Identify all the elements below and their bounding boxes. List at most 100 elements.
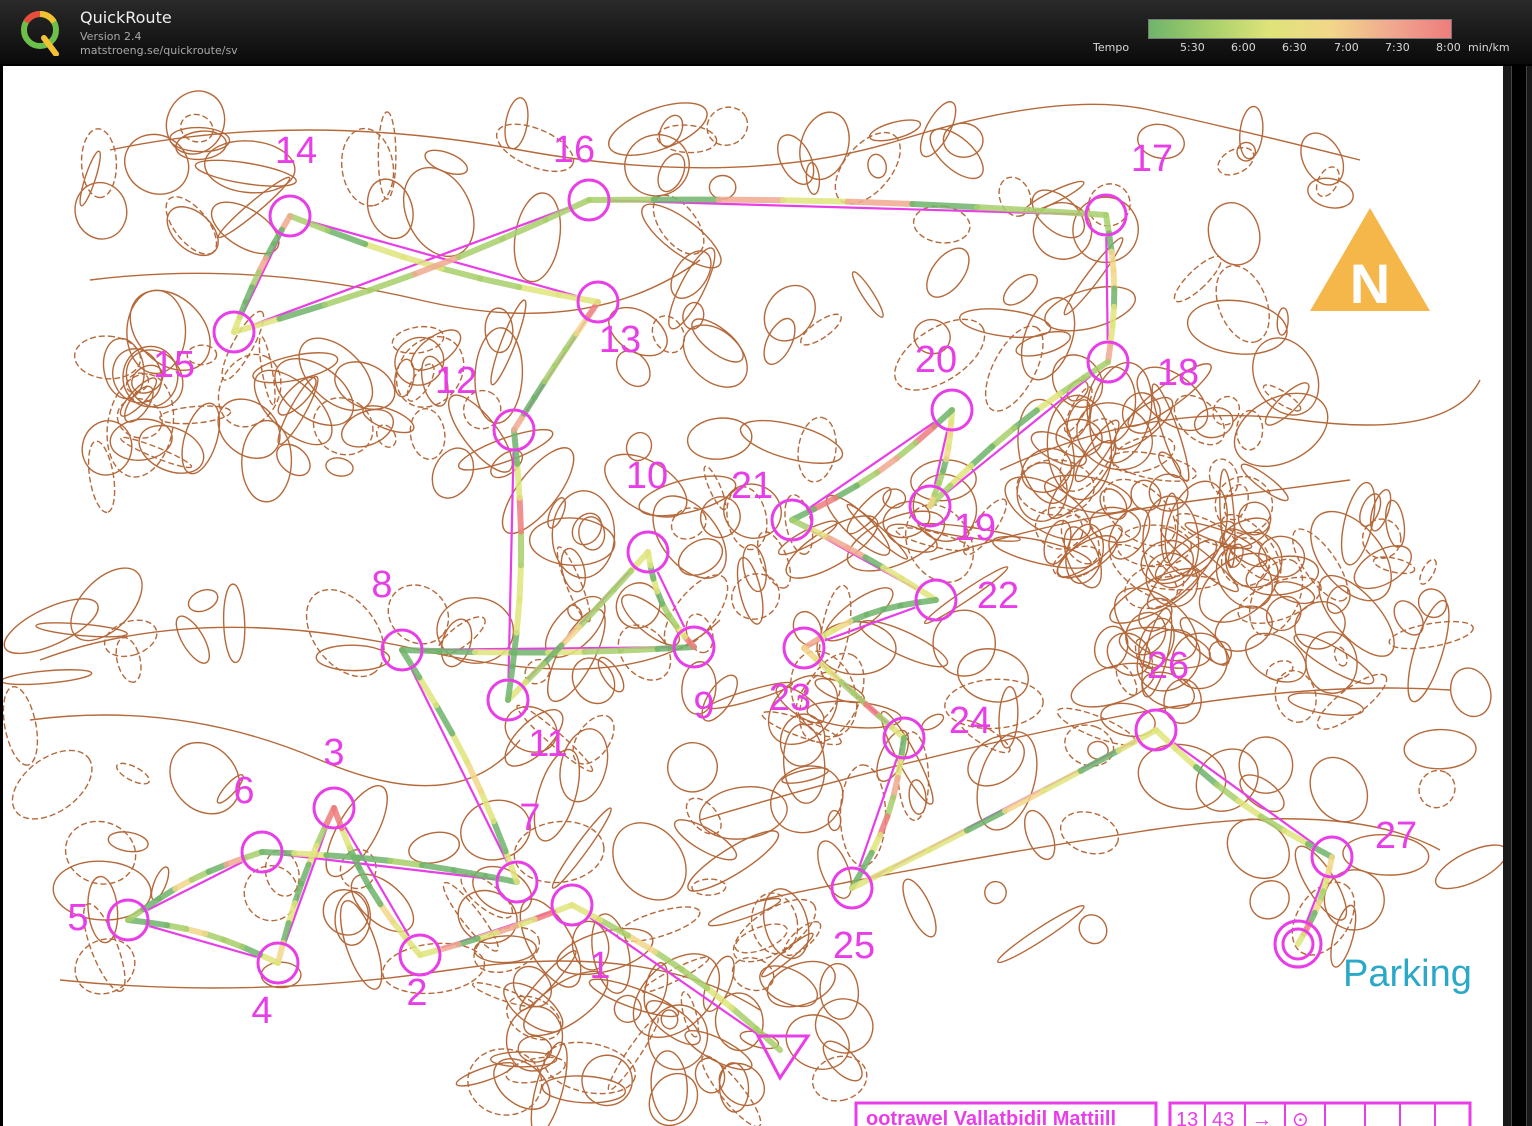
app-version: Version 2.4 xyxy=(80,30,142,43)
contour-line xyxy=(800,313,842,346)
contour-line xyxy=(187,589,219,613)
contour-line xyxy=(827,809,842,832)
contour-line xyxy=(70,567,143,642)
contour-line xyxy=(560,547,586,593)
control-number-24: 24 xyxy=(949,700,991,742)
route-segment xyxy=(654,644,697,652)
route-segment xyxy=(625,932,659,955)
route-segment xyxy=(323,852,362,861)
route-segment xyxy=(438,265,484,282)
contour-line xyxy=(814,998,874,1054)
route-segment xyxy=(366,883,384,908)
contour-line xyxy=(74,181,128,240)
start-triangle xyxy=(755,1034,811,1081)
contour-line xyxy=(1186,299,1288,355)
contour-line xyxy=(851,271,884,318)
route-segment xyxy=(898,575,922,592)
contour-line xyxy=(660,1009,679,1030)
route-segment xyxy=(275,940,287,966)
contour-line xyxy=(616,906,701,943)
contour-line xyxy=(253,369,333,446)
contour-line xyxy=(1173,394,1226,446)
map-canvas[interactable]: 12345678910111213141516 17181920212223242… xyxy=(3,66,1503,1126)
contour-line xyxy=(1245,632,1307,683)
contour-line xyxy=(797,416,837,483)
contour-line xyxy=(1418,769,1456,809)
course-leg xyxy=(589,916,763,1039)
contour-line xyxy=(1419,558,1437,585)
control-number-10: 10 xyxy=(626,455,668,497)
route-segment xyxy=(780,197,851,205)
contour-line xyxy=(736,556,764,625)
contour-line xyxy=(1002,273,1038,306)
contour-line xyxy=(138,424,205,474)
contour-line xyxy=(1369,489,1392,532)
contour-line xyxy=(1293,633,1375,685)
route-segment xyxy=(455,235,506,261)
contour-line xyxy=(706,106,749,146)
contour-line xyxy=(1063,237,1124,316)
control-number-1: 1 xyxy=(589,945,610,987)
contour-line xyxy=(424,149,469,175)
contour-line xyxy=(908,779,927,815)
route-segment xyxy=(419,862,457,874)
route-segment xyxy=(399,647,442,655)
route-segment xyxy=(512,916,538,929)
contour-line xyxy=(1287,692,1365,716)
control-number-6: 6 xyxy=(233,770,254,812)
contour-line xyxy=(984,880,1007,905)
contour-line xyxy=(440,618,473,668)
contour-line xyxy=(667,742,718,793)
route-segment xyxy=(963,807,1008,834)
contour-line xyxy=(868,119,922,142)
control-number-15: 15 xyxy=(153,344,195,386)
course-leg xyxy=(310,220,578,298)
route-segment xyxy=(826,535,851,551)
route-segment xyxy=(1038,207,1109,218)
contour-line xyxy=(1434,844,1503,890)
control-number-11: 11 xyxy=(528,723,567,765)
route-segment xyxy=(367,271,418,294)
contour-line xyxy=(276,443,311,477)
contour-lines xyxy=(3,90,1503,1126)
contour-line xyxy=(1239,105,1264,160)
contour-line xyxy=(1056,524,1123,578)
contour-line xyxy=(325,457,354,477)
tempo-legend-label: Tempo xyxy=(1093,41,1130,54)
contour-line xyxy=(1333,646,1348,667)
control-number-26: 26 xyxy=(1147,645,1189,687)
contour-line xyxy=(1238,736,1294,794)
legend-tick: 7:00 xyxy=(1334,41,1359,54)
control-number-20: 20 xyxy=(915,339,957,381)
legend-tick: 7:30 xyxy=(1385,41,1410,54)
vertical-scrollbar[interactable] xyxy=(1503,66,1532,1126)
control-number-7: 7 xyxy=(519,797,540,839)
contour-line xyxy=(645,1000,701,1046)
contour-line xyxy=(682,324,748,388)
title-box: ootrawel Vallatbidil Mattiill xyxy=(854,1101,1158,1126)
control-number-8: 8 xyxy=(371,564,392,606)
contour-line xyxy=(391,325,445,355)
contour-line xyxy=(882,488,907,509)
route-segment xyxy=(550,902,575,916)
route-segment xyxy=(313,823,329,849)
contour-line xyxy=(1207,202,1261,266)
contour-line xyxy=(1020,296,1076,381)
control-number-25: 25 xyxy=(833,925,875,967)
legend-tick: 6:00 xyxy=(1231,41,1256,54)
contour-line xyxy=(221,310,265,381)
contour-line xyxy=(839,764,887,867)
contour-line xyxy=(1078,914,1108,945)
contour-line xyxy=(513,192,562,283)
route-segment xyxy=(516,494,524,535)
route-segment xyxy=(581,647,624,655)
contour-line xyxy=(1403,728,1477,770)
contour-line xyxy=(613,994,642,1024)
app-url[interactable]: matstroeng.se/quickroute/sv xyxy=(80,44,238,57)
app-header: QuickRoute Version 2.4 matstroeng.se/qui… xyxy=(0,0,1532,64)
contour-line xyxy=(315,644,391,672)
route-segment xyxy=(514,460,523,501)
orienteering-map[interactable]: 1 2 3 4 5 6 7 8 9 10 11 12 13 14 15 16 17 18 19 20 21 22 23 24 2… xyxy=(3,66,1503,1126)
route-segment xyxy=(403,935,423,958)
contour-line xyxy=(222,583,246,664)
